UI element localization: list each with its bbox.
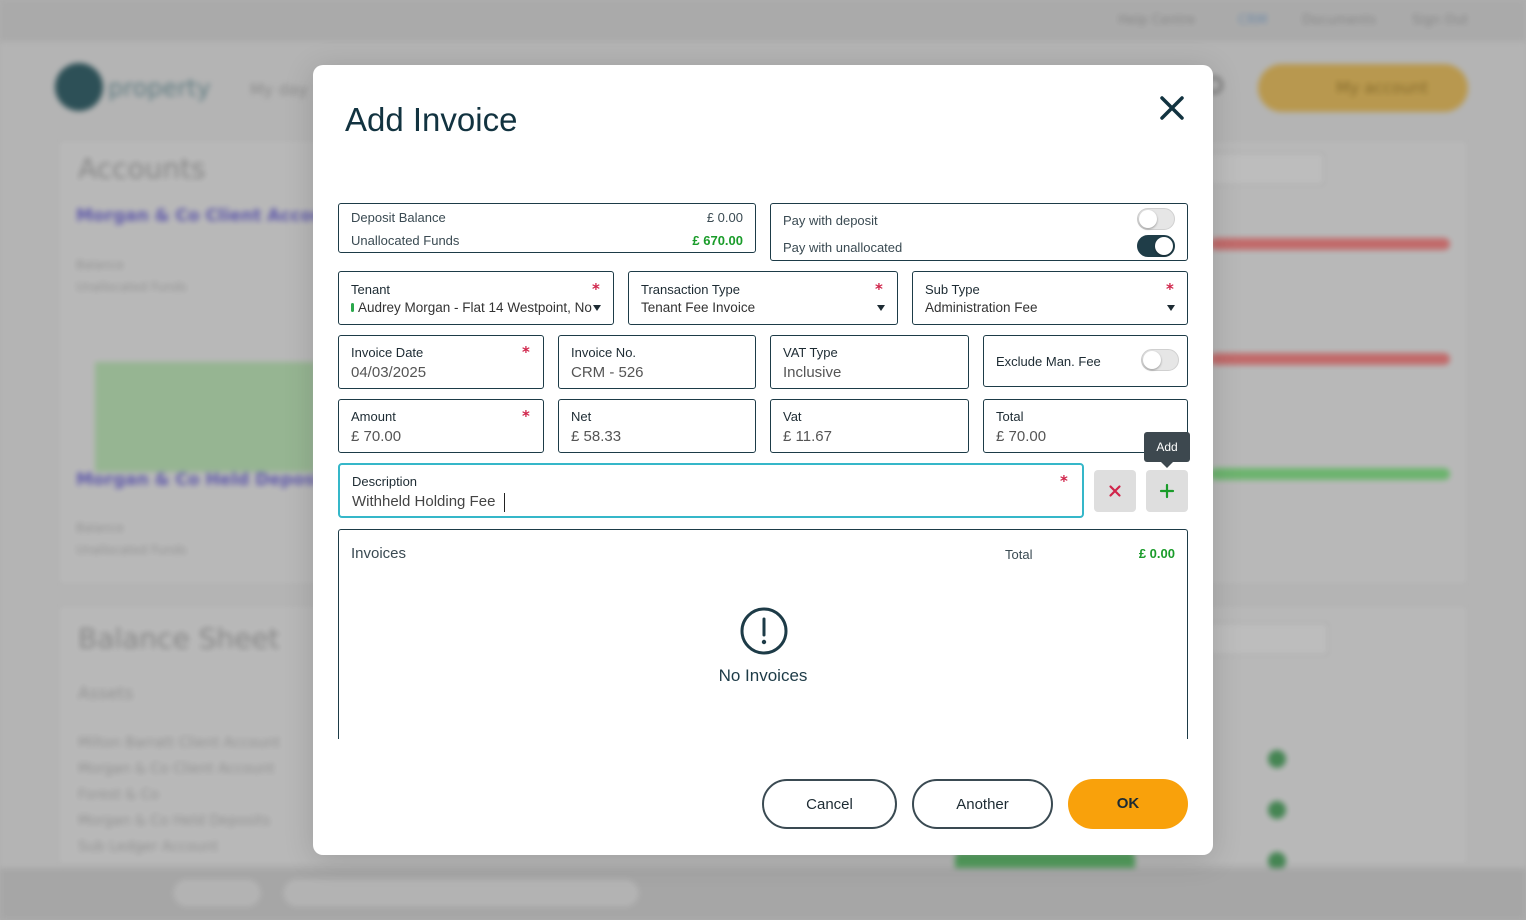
chevron-down-icon: [877, 305, 885, 311]
invoice-date-field[interactable]: Invoice Date * 04/03/2025: [338, 335, 544, 389]
clear-button[interactable]: [1094, 470, 1136, 512]
close-icon[interactable]: [1155, 91, 1189, 125]
invoices-panel: Invoices Total £ 0.00 No Invoices: [338, 529, 1188, 739]
vat-value: £ 11.67: [783, 428, 832, 445]
another-button[interactable]: Another: [912, 779, 1053, 829]
transaction-type-label: Transaction Type: [641, 282, 740, 297]
transaction-type-select[interactable]: Transaction Type * Tenant Fee Invoice: [628, 271, 898, 325]
cancel-button[interactable]: Cancel: [762, 779, 897, 829]
required-mark: *: [592, 280, 600, 298]
tenant-status-indicator: [351, 303, 354, 312]
modal-title: Add Invoice: [345, 101, 518, 138]
invoices-label: Invoices: [351, 545, 407, 562]
amount-value: £ 70.00: [351, 428, 402, 445]
invoices-total-value: £ 0.00: [1138, 546, 1175, 561]
pay-with-unallocated-toggle[interactable]: [1137, 235, 1175, 257]
vat-type-field[interactable]: VAT Type Inclusive: [770, 335, 969, 389]
invoice-date-value: 04/03/2025: [351, 364, 427, 381]
pay-with-deposit-toggle[interactable]: [1137, 208, 1175, 230]
sub-type-value: Administration Fee: [925, 300, 1038, 315]
chevron-down-icon: [593, 305, 601, 311]
tenant-value: Audrey Morgan - Flat 14 Westpoint, No: [358, 300, 592, 315]
exclude-man-fee-label: Exclude Man. Fee: [996, 354, 1101, 369]
transaction-type-value: Tenant Fee Invoice: [641, 300, 756, 315]
net-field[interactable]: Net £ 58.33: [558, 399, 756, 453]
vat-label: Vat: [783, 409, 802, 424]
description-value: Withheld Holding Fee: [352, 493, 496, 510]
description-label: Description: [352, 474, 418, 489]
required-mark: *: [1060, 472, 1068, 490]
text-cursor: [504, 493, 505, 512]
invoice-no-label: Invoice No.: [571, 345, 637, 360]
vat-field[interactable]: Vat £ 11.67: [770, 399, 969, 453]
sub-type-select[interactable]: Sub Type * Administration Fee: [912, 271, 1188, 325]
sub-type-label: Sub Type: [925, 282, 980, 297]
total-label: Total: [996, 409, 1024, 424]
plus-icon: [1159, 483, 1175, 499]
payment-options: Pay with deposit Pay with unallocated: [770, 203, 1188, 261]
alert-circle-icon: [740, 607, 788, 655]
deposit-balance-label: Deposit Balance: [351, 210, 446, 225]
add-button[interactable]: [1146, 470, 1188, 512]
amount-label: Amount: [351, 409, 396, 424]
no-invoices-text: No Invoices: [718, 666, 808, 685]
pay-with-unallocated-label: Pay with unallocated: [783, 240, 903, 255]
exclude-man-fee: Exclude Man. Fee: [983, 335, 1188, 387]
net-label: Net: [571, 409, 592, 424]
unallocated-funds-label: Unallocated Funds: [351, 233, 460, 248]
vat-type-value: Inclusive: [783, 364, 842, 381]
total-value: £ 70.00: [996, 428, 1047, 445]
tenant-label: Tenant: [351, 282, 391, 297]
required-mark: *: [522, 407, 530, 425]
balance-summary: Deposit Balance £ 0.00 Unallocated Funds…: [338, 203, 756, 253]
chevron-down-icon: [1167, 305, 1175, 311]
pay-with-deposit-label: Pay with deposit: [783, 213, 878, 228]
invoice-date-label: Invoice Date: [351, 345, 424, 360]
required-mark: *: [522, 343, 530, 361]
tenant-select[interactable]: Tenant * Audrey Morgan - Flat 14 Westpoi…: [338, 271, 614, 325]
required-mark: *: [875, 280, 883, 298]
invoice-no-field[interactable]: Invoice No. CRM - 526: [558, 335, 756, 389]
net-value: £ 58.33: [571, 428, 622, 445]
required-mark: *: [1166, 280, 1174, 298]
add-tooltip: Add: [1144, 432, 1190, 468]
exclude-man-fee-toggle[interactable]: [1141, 349, 1179, 371]
invoice-no-value: CRM - 526: [571, 364, 644, 381]
description-field[interactable]: Description * Withheld Holding Fee: [338, 463, 1084, 518]
amount-field[interactable]: Amount * £ 70.00: [338, 399, 544, 453]
clear-icon: [1109, 485, 1121, 497]
vat-type-label: VAT Type: [783, 345, 838, 360]
invoices-total-label: Total: [1005, 547, 1033, 562]
add-invoice-modal: Add Invoice Deposit Balance £ 0.00 Unall…: [313, 65, 1213, 855]
unallocated-funds-value: £ 670.00: [692, 233, 743, 248]
deposit-balance-value: £ 0.00: [706, 210, 743, 225]
ok-button[interactable]: OK: [1068, 779, 1188, 829]
